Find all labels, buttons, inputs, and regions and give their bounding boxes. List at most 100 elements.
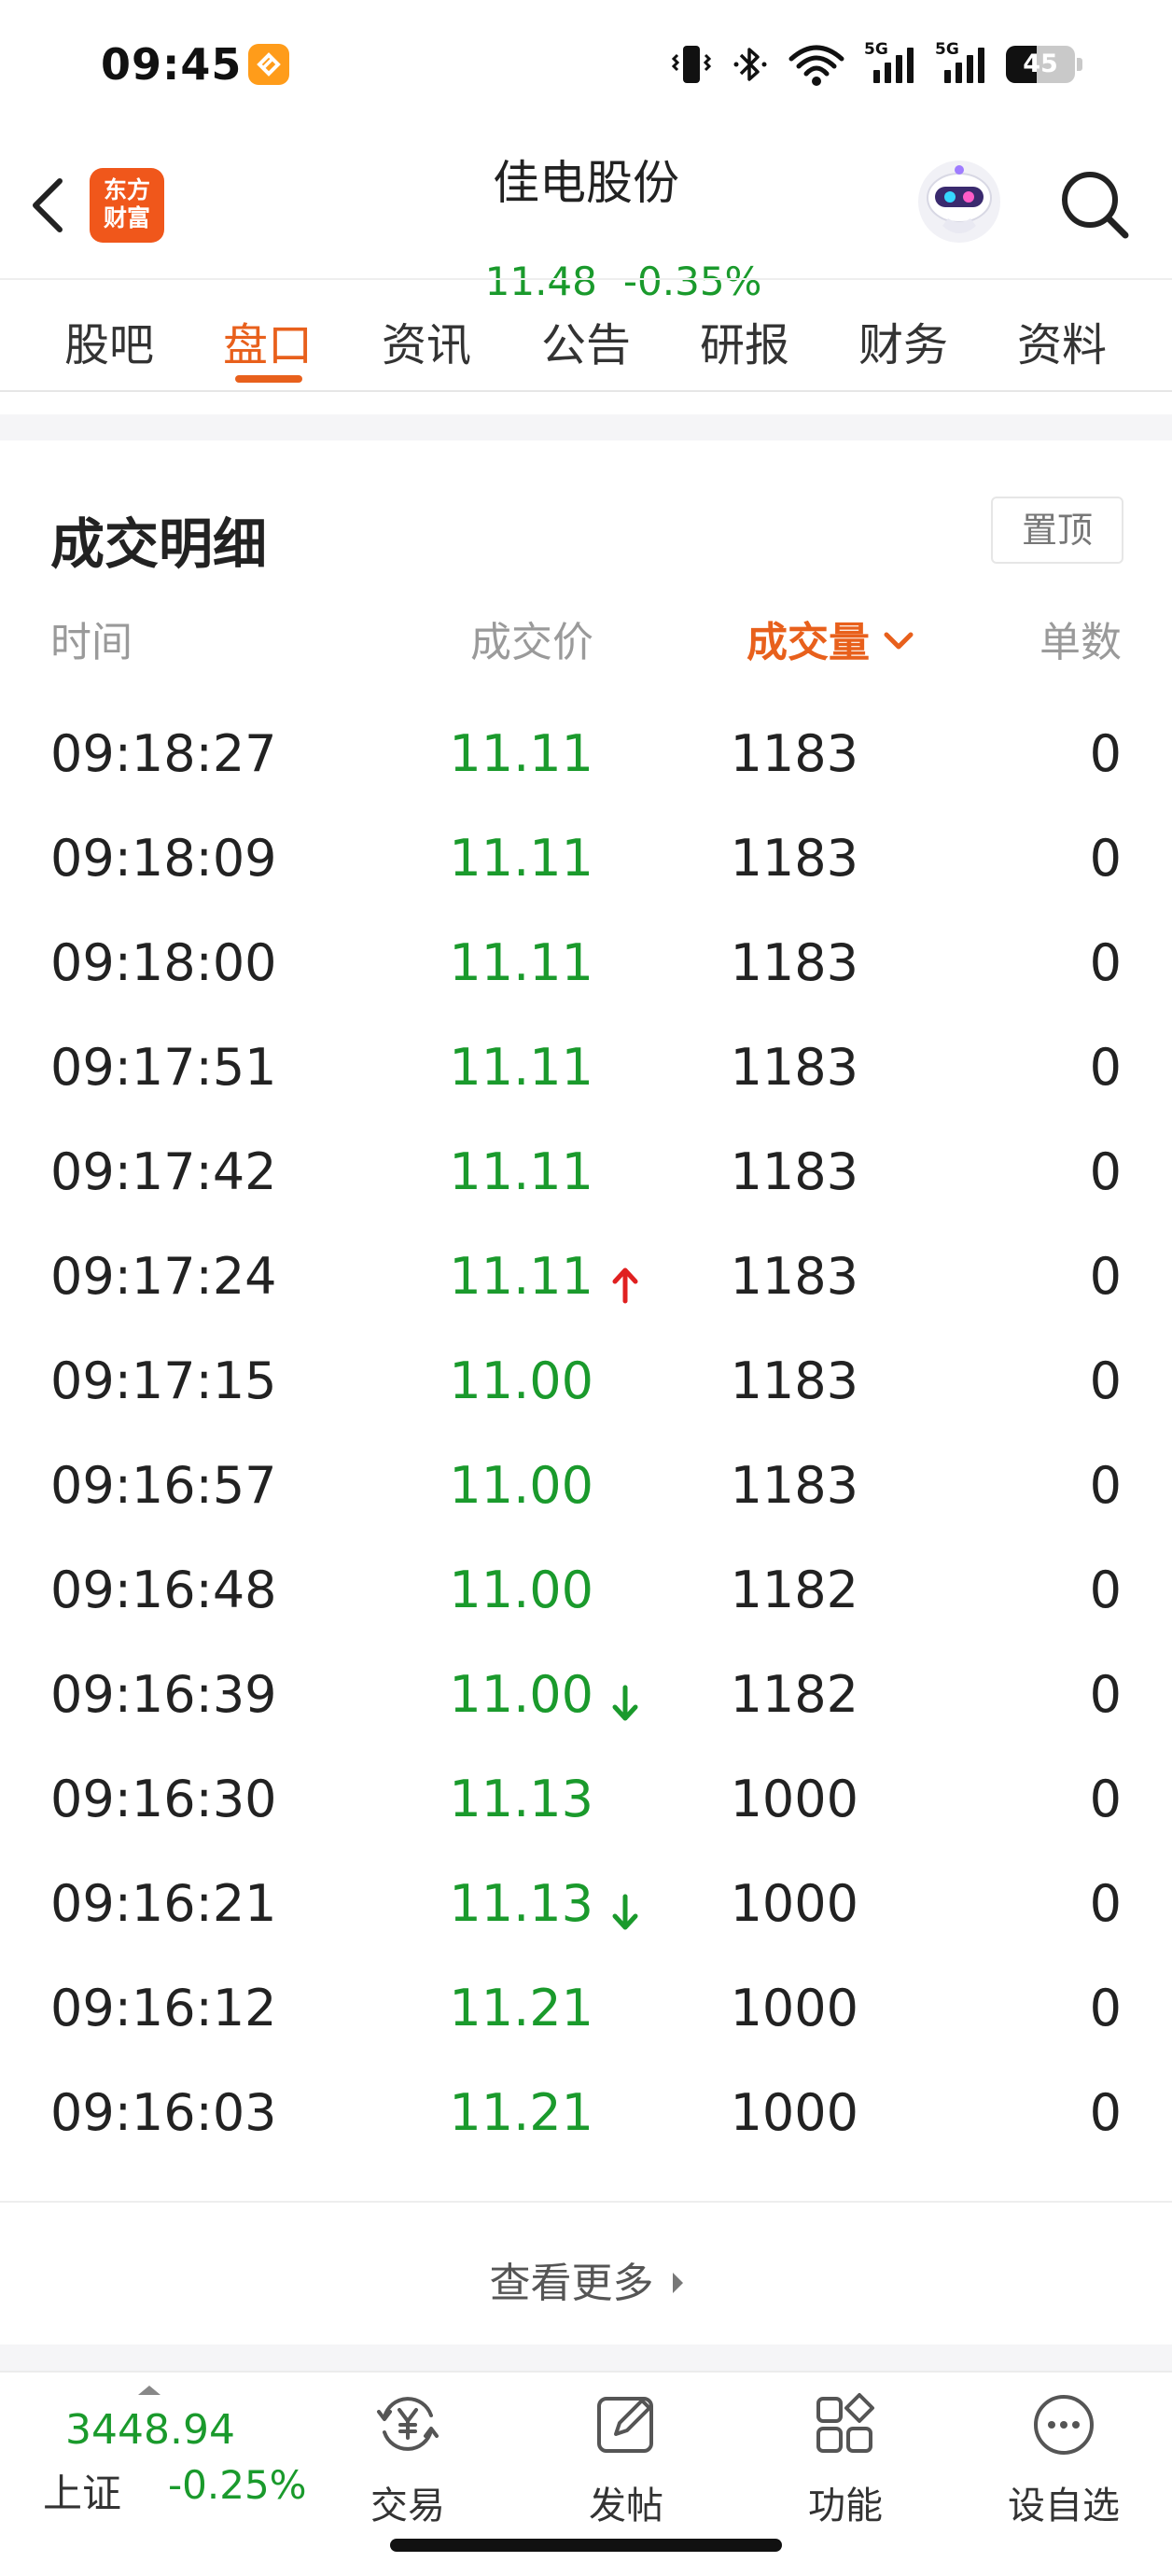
trade-time: 09:16:03 bbox=[50, 2083, 277, 2142]
tab-guba[interactable]: 股吧 bbox=[64, 308, 154, 373]
trade-count: 0 bbox=[1089, 724, 1122, 783]
trade-volume: 1182 bbox=[730, 1665, 858, 1724]
column-header-time[interactable]: 时间 bbox=[50, 609, 133, 668]
cell-signal-icon: 5G bbox=[864, 42, 916, 87]
arrow-up-icon bbox=[612, 1267, 638, 1304]
grid-function-icon bbox=[816, 2393, 874, 2453]
table-row: 09:18:09 11.11 1183 0 bbox=[0, 808, 1172, 913]
nav-functions-label: 功能 bbox=[808, 2485, 883, 2527]
trade-price: 11.00 bbox=[449, 1665, 593, 1724]
trade-time: 09:17:24 bbox=[50, 1247, 277, 1306]
trade-count: 0 bbox=[1089, 1142, 1122, 1201]
trade-volume: 1183 bbox=[730, 1142, 858, 1201]
tab-announcements[interactable]: 公告 bbox=[541, 308, 631, 373]
table-row: 09:17:24 11.11 1183 0 bbox=[0, 1226, 1172, 1331]
trade-price: 11.00 bbox=[449, 1561, 593, 1619]
view-more-link[interactable]: 查看更多 bbox=[0, 2249, 1172, 2309]
stock-detail-page: 09:45 5G 5G 45 东方 财富 佳电股份 11.48 -0.35% 股… bbox=[0, 0, 1172, 2576]
trade-volume: 1183 bbox=[730, 1456, 858, 1515]
wifi-icon bbox=[788, 45, 844, 86]
trade-price: 11.11 bbox=[449, 1247, 593, 1306]
pin-top-button[interactable]: 置顶 bbox=[991, 497, 1123, 564]
trade-count: 0 bbox=[1089, 1561, 1122, 1619]
stock-header: 东方 财富 佳电股份 11.48 -0.35% bbox=[0, 131, 1172, 304]
caret-up-icon[interactable] bbox=[138, 2386, 160, 2395]
search-icon[interactable] bbox=[1054, 164, 1135, 245]
tab-finance[interactable]: 财务 bbox=[858, 308, 948, 373]
tab-bar: 股吧 盘口 资讯 公告 研报 财务 资料 bbox=[0, 278, 1172, 392]
table-row: 09:17:15 11.00 1183 0 bbox=[0, 1331, 1172, 1435]
table-row: 09:16:48 11.00 1182 0 bbox=[0, 1540, 1172, 1645]
nav-add-watchlist-label: 设自选 bbox=[1008, 2485, 1120, 2527]
trade-count: 0 bbox=[1089, 1247, 1122, 1306]
view-more-label: 查看更多 bbox=[489, 2260, 654, 2307]
edit-post-icon bbox=[597, 2397, 653, 2453]
cell-signal-icon: 5G bbox=[935, 42, 987, 87]
bluetooth-icon bbox=[733, 48, 767, 81]
trade-price: 11.00 bbox=[449, 1351, 593, 1410]
tab-news[interactable]: 资讯 bbox=[382, 308, 471, 373]
robot-assistant-icon[interactable] bbox=[914, 157, 1004, 246]
trade-price: 11.21 bbox=[449, 1979, 593, 2037]
trade-time: 09:16:48 bbox=[50, 1561, 277, 1619]
trade-price: 11.11 bbox=[449, 933, 593, 992]
vibrate-icon bbox=[671, 46, 712, 83]
nav-trade-button[interactable]: 交易 bbox=[338, 2389, 478, 2529]
column-header-count[interactable]: 单数 bbox=[1039, 609, 1122, 668]
trade-list: 09:18:27 11.11 1183 0 09:18:09 11.11 1183 0 09:1… bbox=[0, 704, 1172, 2167]
trade-volume: 1183 bbox=[730, 724, 858, 783]
nav-trade-label: 交易 bbox=[370, 2485, 445, 2527]
battery-icon: 45 bbox=[1006, 46, 1075, 83]
trade-time: 09:18:27 bbox=[50, 724, 277, 783]
trade-price: 11.11 bbox=[449, 1038, 593, 1097]
trade-time: 09:18:09 bbox=[50, 829, 277, 888]
trade-detail-title: 成交明细 bbox=[50, 512, 268, 576]
column-header-volume[interactable]: 成交量 bbox=[746, 609, 914, 668]
index-name[interactable]: 上证 bbox=[43, 2462, 121, 2519]
table-row: 09:16:12 11.21 1000 0 bbox=[0, 1958, 1172, 2063]
nav-post-button[interactable]: 发帖 bbox=[556, 2389, 696, 2529]
nav-add-watchlist-button[interactable]: 设自选 bbox=[994, 2389, 1134, 2529]
trade-time: 09:17:42 bbox=[50, 1142, 277, 1201]
app-notification-icon bbox=[248, 44, 289, 85]
more-dots-icon bbox=[1034, 2395, 1094, 2455]
trade-time: 09:16:21 bbox=[50, 1874, 277, 1933]
home-indicator[interactable] bbox=[390, 2539, 782, 2552]
trade-count: 0 bbox=[1089, 1770, 1122, 1828]
status-bar: 09:45 5G 5G 45 bbox=[0, 0, 1172, 131]
index-value[interactable]: 3448.94 bbox=[65, 2406, 235, 2454]
trade-count: 0 bbox=[1089, 933, 1122, 992]
battery-tip bbox=[1077, 58, 1082, 71]
trade-time: 09:18:00 bbox=[50, 933, 277, 992]
trade-price: 11.11 bbox=[449, 829, 593, 888]
tab-profile[interactable]: 资料 bbox=[1017, 308, 1107, 373]
column-header-price[interactable]: 成交价 bbox=[470, 609, 593, 668]
tab-research[interactable]: 研报 bbox=[700, 308, 789, 373]
trade-count: 0 bbox=[1089, 2083, 1122, 2142]
table-row: 09:18:00 11.11 1183 0 bbox=[0, 913, 1172, 1017]
yen-exchange-icon bbox=[377, 2397, 439, 2451]
index-change[interactable]: -0.25% bbox=[168, 2462, 307, 2508]
chevron-down-icon bbox=[884, 632, 914, 650]
nav-functions-button[interactable]: 功能 bbox=[775, 2389, 915, 2529]
trade-time: 09:17:51 bbox=[50, 1038, 277, 1097]
table-row: 09:16:39 11.00 1182 0 bbox=[0, 1645, 1172, 1749]
trade-volume: 1183 bbox=[730, 933, 858, 992]
trade-volume: 1183 bbox=[730, 1247, 858, 1306]
nav-post-label: 发帖 bbox=[589, 2485, 663, 2527]
arrow-down-icon bbox=[612, 1894, 638, 1930]
trade-price: 11.00 bbox=[449, 1456, 593, 1515]
table-row: 09:16:21 11.13 1000 0 bbox=[0, 1854, 1172, 1958]
table-row: 09:16:57 11.00 1183 0 bbox=[0, 1435, 1172, 1540]
list-divider bbox=[0, 2201, 1172, 2203]
trade-volume: 1000 bbox=[730, 2083, 858, 2142]
trade-price: 11.11 bbox=[449, 724, 593, 783]
status-time: 09:45 bbox=[101, 39, 243, 90]
caret-right-icon bbox=[672, 2273, 683, 2293]
trade-count: 0 bbox=[1089, 1351, 1122, 1410]
tab-pankou[interactable]: 盘口 bbox=[223, 308, 313, 373]
trade-price: 11.13 bbox=[449, 1770, 593, 1828]
trade-volume: 1182 bbox=[730, 1561, 858, 1619]
trade-volume: 1000 bbox=[730, 1874, 858, 1933]
trade-count: 0 bbox=[1089, 1456, 1122, 1515]
